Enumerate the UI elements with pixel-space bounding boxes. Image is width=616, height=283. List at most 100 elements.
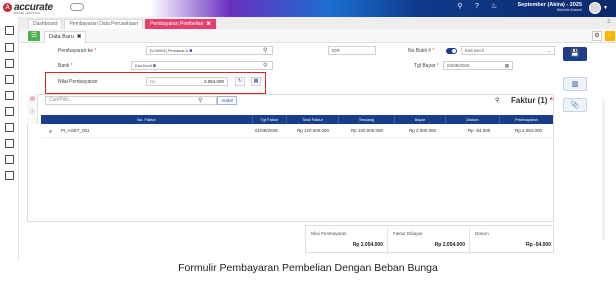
nobukti-value: Kas Kecil bbox=[465, 48, 484, 53]
purchase-cart-icon[interactable] bbox=[5, 107, 14, 116]
user-info[interactable]: September (Akira) - 2025 Michelle Arisan… bbox=[510, 2, 583, 12]
cell-tgl-faktur: 01/09/2025 bbox=[255, 128, 278, 133]
tab-pembayaran-data-perusahaan[interactable]: Pembayaran Data Perusahaan bbox=[64, 19, 144, 29]
bank-label: Bank * bbox=[58, 63, 73, 69]
cell-no-faktur: PI_ASET_001 bbox=[61, 128, 90, 133]
bank-field[interactable]: Kas Kecil✖ bbox=[131, 61, 273, 70]
pemasok-field[interactable]: [V.00001] Pemasok A✖ bbox=[146, 46, 273, 55]
col-diskon[interactable]: Diskon bbox=[446, 115, 500, 124]
calculator-icon[interactable] bbox=[5, 171, 14, 180]
cell-pembayaran: Rp 2.054.000 bbox=[515, 128, 543, 133]
info-icon[interactable]: ⓘ bbox=[29, 109, 36, 116]
tab-label: Pembayaran Pembelian bbox=[150, 21, 204, 27]
tab-label: Dashboard bbox=[33, 21, 58, 27]
cell-terutang: Rp 100.000.000 bbox=[351, 128, 384, 133]
cell-bayar: Rp 2.000.000 bbox=[409, 128, 437, 133]
module-tabs: Dashboard Pembayaran Data Perusahaan Pem… bbox=[19, 17, 616, 29]
attachment-button[interactable]: 📎 bbox=[563, 98, 587, 112]
bolt-icon[interactable]: ⚡ bbox=[605, 31, 615, 41]
col-tgl-faktur[interactable]: Tgl Faktur bbox=[253, 115, 287, 124]
notification-icon[interactable]: ♨ bbox=[490, 3, 498, 11]
avatar[interactable] bbox=[589, 2, 601, 14]
summary-nilai: Nilai Pembayaran Rp 2.054.000 bbox=[306, 226, 388, 254]
tglbayar-value: 04/09/2025 bbox=[447, 63, 470, 68]
close-icon[interactable]: ✖ bbox=[77, 34, 82, 40]
summary-faktur-label: Faktur Dibayar bbox=[393, 231, 423, 236]
company-icon[interactable] bbox=[5, 43, 14, 52]
summary-diskon: Diskon Rp -54.000 bbox=[470, 226, 555, 254]
right-actions: 💾 ▥ 📎 bbox=[560, 43, 616, 243]
summary-nilai-value: Rp 2.054.000 bbox=[352, 242, 383, 248]
document-button[interactable]: ▥ bbox=[563, 77, 587, 91]
bank-icon[interactable] bbox=[5, 75, 14, 84]
list-icon[interactable]: ☰ bbox=[28, 31, 40, 41]
chevron-down-icon: ⌄ bbox=[547, 48, 551, 53]
save-button[interactable]: 💾 bbox=[563, 47, 587, 61]
refresh-icon[interactable]: ↻ bbox=[235, 77, 245, 86]
logo-mark-icon: A bbox=[3, 3, 12, 12]
summary-diskon-value: Rp -54.000 bbox=[525, 242, 551, 248]
search-icon[interactable]: ⚲ bbox=[263, 47, 267, 54]
detail-panel bbox=[27, 94, 554, 222]
remove-icon[interactable]: ✖ bbox=[153, 63, 156, 68]
summary-panel: Nilai Pembayaran Rp 2.054.000 Faktur Dib… bbox=[305, 225, 555, 254]
settings-icon[interactable] bbox=[5, 26, 14, 35]
summary-diskon-label: Diskon bbox=[475, 231, 489, 236]
row-handle-icon[interactable] bbox=[49, 130, 52, 133]
cell-diskon: Rp -54.000 bbox=[468, 128, 491, 133]
currency-prefix: Rp bbox=[150, 79, 156, 84]
ledger-icon[interactable] bbox=[5, 59, 14, 68]
col-bayar[interactable]: Bayar bbox=[395, 115, 446, 124]
cloud-icon bbox=[70, 3, 84, 11]
calculator-icon[interactable]: ▦ bbox=[251, 77, 261, 86]
nilai-pembayaran-input[interactable]: Rp 2.054.000 bbox=[146, 77, 228, 86]
inventory-icon[interactable] bbox=[5, 123, 14, 132]
summary-faktur: Faktur Dibayar Rp 2.054.000 bbox=[388, 226, 470, 254]
search-icon[interactable]: ⚲ bbox=[198, 97, 202, 104]
table-header: No. Faktur Tgl Faktur Total Faktur Terut… bbox=[41, 115, 553, 124]
remove-icon[interactable]: ✖ bbox=[189, 48, 192, 53]
tab-data-baru[interactable]: Data Baru ✖ bbox=[44, 31, 87, 43]
search-icon[interactable]: ⚲ bbox=[456, 3, 464, 11]
gear-icon[interactable]: ⚙ bbox=[592, 31, 602, 41]
chevron-down-icon[interactable]: ▼ bbox=[603, 5, 608, 11]
col-no-faktur[interactable]: No. Faktur bbox=[41, 115, 253, 124]
ambil-button[interactable]: Ambil bbox=[217, 96, 237, 105]
help-icon[interactable]: ? bbox=[473, 3, 481, 11]
scrollbar[interactable] bbox=[602, 100, 605, 240]
faktur-title: Faktur (1) * bbox=[511, 96, 553, 105]
col-terutang[interactable]: Terutang bbox=[339, 115, 395, 124]
search-icon[interactable]: ⚲ bbox=[263, 62, 267, 69]
currency-field: IDR bbox=[328, 46, 376, 55]
reports-icon[interactable] bbox=[5, 155, 14, 164]
search-icon[interactable]: ⚲ bbox=[495, 97, 499, 104]
close-icon[interactable]: ✖ bbox=[207, 21, 211, 27]
pemasok-chip: [V.00001] Pemasok A✖ bbox=[150, 48, 193, 53]
invoice-tab-icon[interactable]: ▤ bbox=[29, 96, 36, 103]
nobukti-select[interactable]: Kas Kecil ⌄ bbox=[461, 46, 555, 55]
col-total-faktur[interactable]: Total Faktur bbox=[287, 115, 339, 124]
summary-faktur-value: Rp 2.054.000 bbox=[434, 242, 465, 248]
tab-label: Data Baru bbox=[49, 34, 74, 40]
tab-count[interactable]: 3 bbox=[607, 19, 610, 25]
logo-subtitle: ONLINE LEARNING bbox=[13, 11, 41, 15]
sub-tabs: ☰ Data Baru ✖ ⚙ ⚡ bbox=[19, 29, 616, 43]
summary-nilai-label: Nilai Pembayaran bbox=[311, 231, 347, 236]
tab-dashboard[interactable]: Dashboard bbox=[28, 19, 63, 29]
calendar-icon[interactable]: ▦ bbox=[505, 62, 509, 69]
top-bar: A accurate ONLINE LEARNING ⚲ ? ♨ Septemb… bbox=[0, 0, 616, 17]
tglbayar-label: Tgl Bayar * bbox=[414, 63, 439, 69]
bank-chip: Kas Kecil✖ bbox=[135, 63, 157, 68]
user-subtitle: Michelle Arisanti bbox=[556, 8, 582, 12]
nilai-pembayaran-label: Nilai Pembayaran bbox=[58, 79, 98, 85]
nobukti-label: No Bukti # * bbox=[408, 48, 435, 54]
tab-pembayaran-pembelian[interactable]: Pembayaran Pembelian ✖ bbox=[145, 19, 216, 29]
auto-number-toggle[interactable] bbox=[446, 48, 457, 54]
assets-icon[interactable] bbox=[5, 139, 14, 148]
search-input[interactable]: Cari/Pilih... bbox=[45, 96, 217, 105]
col-pembayaran[interactable]: Pembayaran bbox=[500, 115, 553, 124]
tglbayar-input[interactable]: 04/09/2025 ▦ bbox=[443, 61, 513, 70]
pemasok-label: Pembayaran ke * bbox=[58, 48, 97, 54]
sales-icon[interactable] bbox=[5, 91, 14, 100]
table-row[interactable]: PI_ASET_001 01/09/2025 Rp 120.000.000 Rp… bbox=[41, 124, 553, 138]
